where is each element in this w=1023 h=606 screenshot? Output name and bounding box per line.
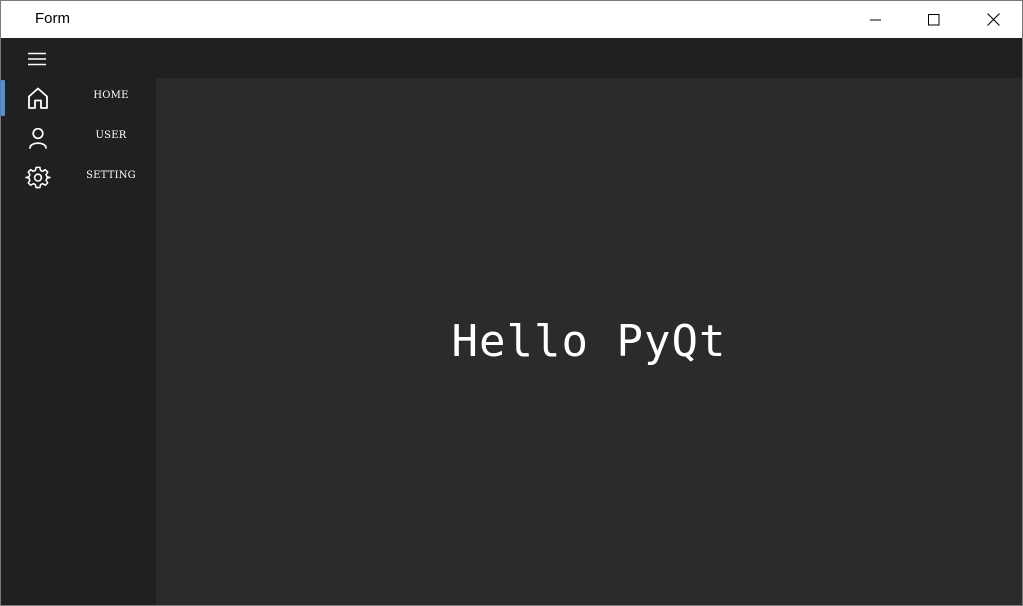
window-title: Form	[35, 10, 70, 27]
minimize-button[interactable]	[847, 1, 905, 38]
title-bar[interactable]: Form	[1, 1, 1022, 38]
hamburger-menu-icon	[28, 52, 46, 66]
menu-toggle-button[interactable]	[23, 48, 51, 70]
gear-icon	[25, 166, 51, 189]
sidebar-item-setting[interactable]: SETTING	[1, 158, 156, 198]
top-bar	[1, 38, 1022, 78]
close-button[interactable]	[964, 1, 1022, 38]
home-icon	[28, 87, 48, 109]
sidebar-item-label: SETTING	[86, 170, 136, 181]
app-window: Form HOME USER SETTING Hello PyQt	[0, 0, 1023, 606]
maximize-button[interactable]	[905, 1, 963, 38]
maximize-icon	[928, 13, 940, 25]
sidebar-item-home[interactable]: HOME	[1, 78, 156, 118]
sidebar-item-label: USER	[95, 130, 127, 141]
sidebar-item-user[interactable]: USER	[1, 118, 156, 158]
active-indicator	[1, 80, 5, 116]
close-icon	[986, 13, 1000, 26]
minimize-icon	[870, 19, 881, 20]
sidebar-item-label: HOME	[93, 90, 129, 101]
sidebar-nav: HOME USER SETTING	[1, 78, 156, 605]
main-content: Hello PyQt	[156, 78, 1022, 605]
hello-label: Hello PyQt	[451, 316, 727, 367]
user-icon	[29, 127, 47, 149]
